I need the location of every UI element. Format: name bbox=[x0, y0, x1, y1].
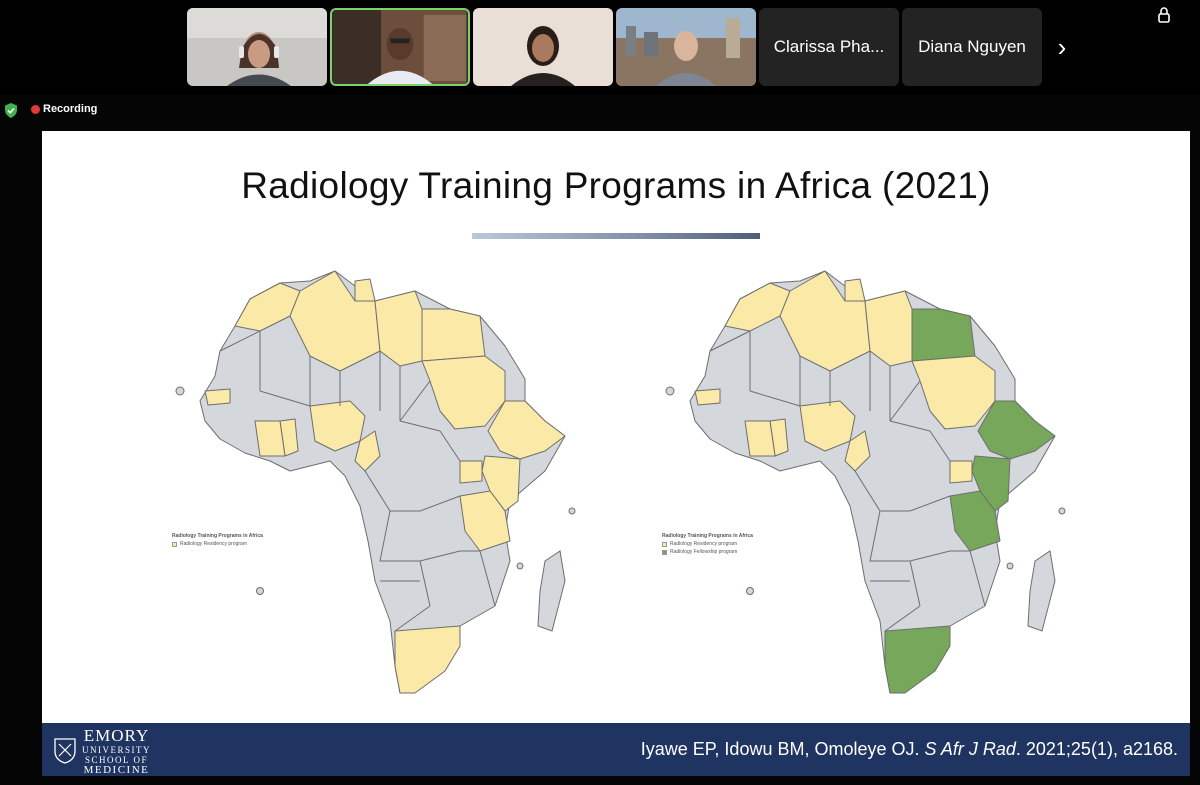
citation-authors: Iyawe EP, Idowu BM, Omoleye OJ. bbox=[640, 739, 925, 759]
participant-name: Clarissa Pha... bbox=[773, 37, 885, 56]
africa-map-residency-fellowship bbox=[665, 270, 1066, 694]
logo-line4: MEDICINE bbox=[83, 764, 150, 776]
participant-video bbox=[616, 8, 756, 86]
logo-line2: UNIVERSITY bbox=[82, 745, 151, 755]
slide-title: Radiology Training Programs in Africa (2… bbox=[241, 165, 991, 206]
africa-map-residency bbox=[175, 270, 576, 694]
participant-video-tile-active[interactable] bbox=[330, 8, 470, 86]
shield-check-icon[interactable] bbox=[4, 103, 18, 118]
participant-video bbox=[187, 8, 327, 86]
shared-slide: Radiology Training Programs in Africa (2… bbox=[42, 131, 1190, 776]
legend-item: Radiology Fellowship program bbox=[662, 549, 753, 555]
legend-label: Radiology Fellowship program bbox=[670, 549, 738, 555]
emory-shield-icon bbox=[54, 738, 76, 764]
participant-name-tile[interactable]: Clarissa Pha... bbox=[759, 8, 899, 86]
participant-strip: Clarissa Pha... Diana Nguyen › bbox=[0, 0, 1200, 95]
view-toggle-icon[interactable] bbox=[1156, 6, 1172, 24]
emory-logo: EMORY UNIVERSITY SCHOOL OF MEDICINE bbox=[54, 726, 151, 776]
participant-video-tile[interactable] bbox=[473, 8, 613, 86]
map-legend-right: Radiology Training Programs in Africa Ra… bbox=[662, 533, 753, 555]
title-divider bbox=[472, 233, 760, 239]
participant-video-tile[interactable] bbox=[616, 8, 756, 86]
legend-item: Radiology Residency program bbox=[172, 541, 263, 547]
recording-bar bbox=[0, 95, 1200, 125]
participant-video-tile[interactable] bbox=[187, 8, 327, 86]
recording-label: Recording bbox=[43, 103, 98, 115]
participant-name: Diana Nguyen bbox=[918, 37, 1026, 56]
slide-footer: EMORY UNIVERSITY SCHOOL OF MEDICINE Iyaw… bbox=[42, 723, 1190, 776]
participant-video bbox=[473, 8, 613, 86]
legend-label: Radiology Residency program bbox=[180, 541, 247, 547]
participant-video bbox=[333, 10, 467, 84]
recording-dot-icon bbox=[31, 105, 40, 114]
legend-title: Radiology Training Programs in Africa bbox=[172, 533, 263, 539]
citation: Iyawe EP, Idowu BM, Omoleye OJ. S Afr J … bbox=[641, 739, 1178, 760]
citation-rest: . 2021;25(1), a2168. bbox=[1015, 739, 1178, 759]
emory-wordmark: EMORY UNIVERSITY SCHOOL OF MEDICINE bbox=[82, 726, 151, 776]
citation-journal: S Afr J Rad bbox=[924, 739, 1016, 759]
chevron-right-icon[interactable]: › bbox=[1050, 30, 1074, 64]
legend-title: Radiology Training Programs in Africa bbox=[662, 533, 753, 539]
legend-swatch-residency bbox=[172, 541, 177, 547]
legend-swatch-residency bbox=[662, 541, 667, 547]
logo-name: EMORY bbox=[83, 726, 150, 745]
legend-label: Radiology Residency program bbox=[670, 541, 737, 547]
participant-name-tile[interactable]: Diana Nguyen bbox=[902, 8, 1042, 86]
meeting-window: Clarissa Pha... Diana Nguyen › Recording… bbox=[0, 0, 1200, 785]
map-legend-left: Radiology Training Programs in Africa Ra… bbox=[172, 533, 263, 547]
legend-swatch-fellowship bbox=[662, 549, 667, 555]
legend-item: Radiology Residency program bbox=[662, 541, 753, 547]
